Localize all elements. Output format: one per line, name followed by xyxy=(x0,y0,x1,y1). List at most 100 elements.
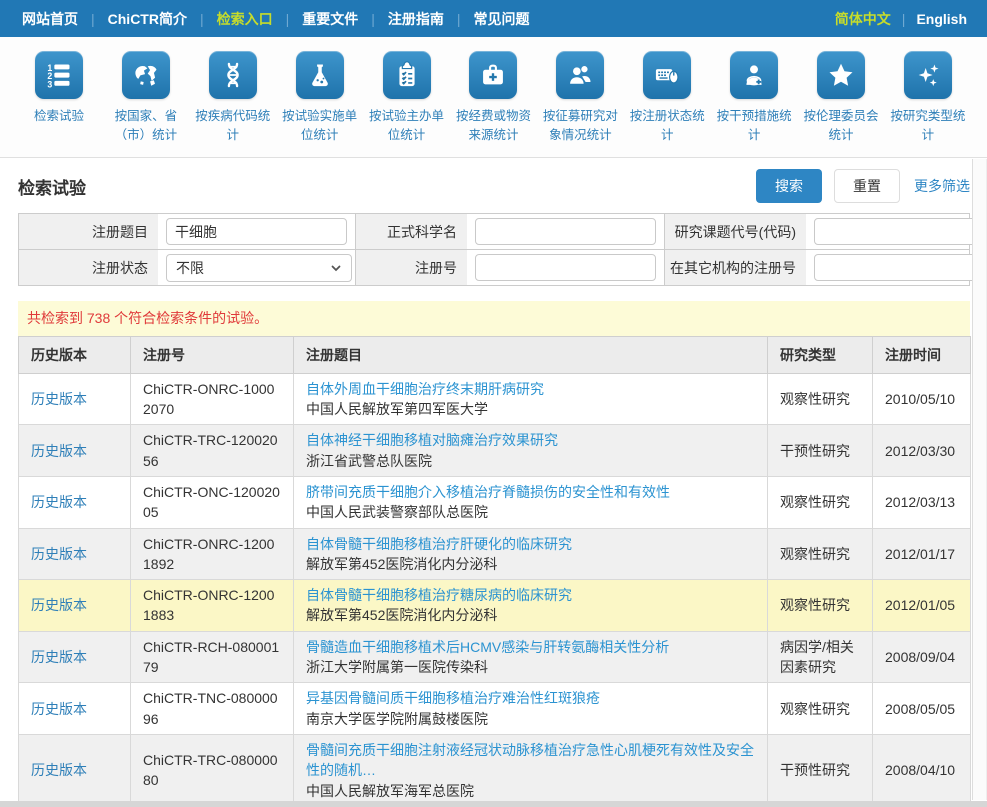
table-header-row: 历史版本 注册号 注册题目 研究类型 注册时间 xyxy=(19,336,971,373)
reg-date: 2008/09/04 xyxy=(873,631,971,683)
nav-divider: | xyxy=(91,11,95,27)
nav-item-documents[interactable]: 重要文件 xyxy=(300,9,360,29)
table-row: 历史版本 ChiCTR-TRC-08000080 骨髓间充质干细胞注射液经冠状动… xyxy=(19,734,971,806)
nav-item-faq[interactable]: 常见问题 xyxy=(472,9,532,29)
trial-title-link[interactable]: 脐带间充质干细胞介入移植治疗脊髓损伤的安全性和有效性 xyxy=(306,482,755,502)
reg-date: 2008/05/05 xyxy=(873,683,971,735)
language-switcher: 简体中文 | English xyxy=(835,9,967,29)
trial-title-link[interactable]: 自体骨髓干细胞移植治疗糖尿病的临床研究 xyxy=(306,585,755,605)
search-button[interactable]: 搜索 xyxy=(756,169,822,203)
table-row: 历史版本 ChiCTR-ONRC-10002070 自体外周血干细胞治疗终末期肝… xyxy=(19,373,971,425)
tool-stats-by-funding-source[interactable]: 按经费或物资来源统计 xyxy=(450,51,536,145)
tool-label: 按注册状态统计 xyxy=(624,107,710,145)
study-type: 观察性研究 xyxy=(768,373,873,425)
history-link[interactable]: 历史版本 xyxy=(31,597,87,613)
study-type: 病因学/相关因素研究 xyxy=(768,631,873,683)
doctor-icon xyxy=(730,51,778,99)
registration-number-input[interactable] xyxy=(475,254,656,281)
other-org-number-label: 在其它机构的注册号 xyxy=(664,250,806,285)
tool-stats-by-recruitment[interactable]: 按征募研究对象情况统计 xyxy=(537,51,623,145)
lang-simplified-chinese[interactable]: 简体中文 xyxy=(835,9,891,29)
vertical-scrollbar[interactable] xyxy=(972,159,987,800)
registration-title-input[interactable] xyxy=(166,218,347,245)
more-filters-link[interactable]: 更多筛选 xyxy=(914,176,970,196)
reg-date: 2012/01/05 xyxy=(873,580,971,632)
trial-title-link[interactable]: 自体骨髓干细胞移植治疗肝硬化的临床研究 xyxy=(306,534,755,554)
project-code-input[interactable] xyxy=(814,218,987,245)
tool-stats-by-implementing-site[interactable]: 按试验实施单位统计 xyxy=(277,51,363,145)
reg-no: ChiCTR-TNC-08000096 xyxy=(131,683,294,735)
project-code-label: 研究课题代号(代码) xyxy=(664,214,806,249)
registration-number-label: 注册号 xyxy=(355,250,467,285)
history-link[interactable]: 历史版本 xyxy=(31,443,87,459)
sparkles-icon xyxy=(904,51,952,99)
study-type: 干预性研究 xyxy=(768,425,873,477)
nav-divider: | xyxy=(286,11,290,27)
tool-stats-by-disease-code[interactable]: 按疾病代码统计 xyxy=(190,51,276,145)
svg-text:3: 3 xyxy=(47,79,52,89)
form-cell xyxy=(158,214,355,249)
history-link[interactable]: 历史版本 xyxy=(31,762,87,778)
tool-label: 按试验实施单位统计 xyxy=(277,107,363,145)
selected-option: 不限 xyxy=(176,258,204,278)
history-link[interactable]: 历史版本 xyxy=(31,546,87,562)
trial-title-link[interactable]: 骨髓造血干细胞移植术后HCMV感染与肝转氨酶相关性分析 xyxy=(306,637,755,657)
header-title: 注册题目 xyxy=(294,336,768,373)
tool-label: 按伦理委员会统计 xyxy=(798,107,884,145)
tool-label: 按疾病代码统计 xyxy=(190,107,276,145)
nav-item-about[interactable]: ChiCTR简介 xyxy=(106,9,189,29)
nav-item-guide[interactable]: 注册指南 xyxy=(386,9,446,29)
reg-date: 2012/03/30 xyxy=(873,425,971,477)
trial-title-link[interactable]: 自体神经干细胞移植对脑瘫治疗效果研究 xyxy=(306,430,755,450)
search-actions: 搜索 重置 更多筛选 xyxy=(756,169,970,203)
history-link[interactable]: 历史版本 xyxy=(31,701,87,717)
study-type: 观察性研究 xyxy=(768,476,873,528)
trial-title-link[interactable]: 异基因骨髓间质干细胞移植治疗难治性红斑狼疮 xyxy=(306,688,755,708)
title-row: 检索试验 搜索 重置 更多筛选 xyxy=(18,168,970,204)
trial-org: 浙江大学附属第一医院传染科 xyxy=(306,657,755,677)
scientific-name-input[interactable] xyxy=(475,218,656,245)
tool-stats-by-registration-status[interactable]: 按注册状态统计 xyxy=(624,51,710,145)
reg-no: ChiCTR-TRC-08000080 xyxy=(131,734,294,806)
tool-label: 按经费或物资来源统计 xyxy=(450,107,536,145)
lang-english[interactable]: English xyxy=(916,11,967,27)
clipboard-icon xyxy=(383,51,431,99)
trial-title-link[interactable]: 自体外周血干细胞治疗终末期肝病研究 xyxy=(306,379,755,399)
tool-stats-by-sponsor[interactable]: 按试验主办单位统计 xyxy=(364,51,450,145)
nav-item-search-entry[interactable]: 检索入口 xyxy=(215,9,275,29)
page-title: 检索试验 xyxy=(18,174,86,199)
nav-item-home[interactable]: 网站首页 xyxy=(20,9,80,29)
table-row: 历史版本 ChiCTR-RCH-08000179 骨髓造血干细胞移植术后HCMV… xyxy=(19,631,971,683)
nav-divider: | xyxy=(200,11,204,27)
nav-divider: | xyxy=(371,11,375,27)
reg-date: 2012/01/17 xyxy=(873,528,971,580)
other-org-number-input[interactable] xyxy=(814,254,987,281)
tool-label: 按国家、省（市）统计 xyxy=(103,107,189,145)
study-type: 观察性研究 xyxy=(768,528,873,580)
tool-stats-by-intervention[interactable]: 按干预措施统计 xyxy=(711,51,797,145)
history-link[interactable]: 历史版本 xyxy=(31,391,87,407)
reg-no: ChiCTR-TRC-12002056 xyxy=(131,425,294,477)
study-type: 观察性研究 xyxy=(768,580,873,632)
table-row: 历史版本 ChiCTR-TRC-12002056 自体神经干细胞移植对脑瘫治疗效… xyxy=(19,425,971,477)
tool-stats-by-ethics-committee[interactable]: 按伦理委员会统计 xyxy=(798,51,884,145)
tool-stats-by-study-type[interactable]: 按研究类型统计 xyxy=(885,51,971,145)
form-cell xyxy=(467,250,664,285)
dna-icon xyxy=(209,51,257,99)
search-form: 注册题目 正式科学名 研究课题代号(代码) 注册状态 不限 xyxy=(18,213,970,286)
header-date: 注册时间 xyxy=(873,336,971,373)
tool-search-trials[interactable]: 1 2 3 检索试验 xyxy=(16,51,102,126)
star-icon xyxy=(817,51,865,99)
history-link[interactable]: 历史版本 xyxy=(31,649,87,665)
reg-no: ChiCTR-ONC-12002005 xyxy=(131,476,294,528)
tool-stats-by-region[interactable]: 按国家、省（市）统计 xyxy=(103,51,189,145)
reg-date: 2012/03/13 xyxy=(873,476,971,528)
registration-status-select[interactable]: 不限 xyxy=(166,254,352,282)
nav-divider: | xyxy=(457,11,461,27)
numbered-list-icon: 1 2 3 xyxy=(35,51,83,99)
trial-title-link[interactable]: 骨髓间充质干细胞注射液经冠状动脉移植治疗急性心肌梗死有效性及安全性的随机… xyxy=(306,740,755,781)
reset-button[interactable]: 重置 xyxy=(834,169,900,203)
history-link[interactable]: 历史版本 xyxy=(31,494,87,510)
trial-org: 中国人民解放军海军总医院 xyxy=(306,781,755,801)
registration-title-label: 注册题目 xyxy=(19,214,158,249)
